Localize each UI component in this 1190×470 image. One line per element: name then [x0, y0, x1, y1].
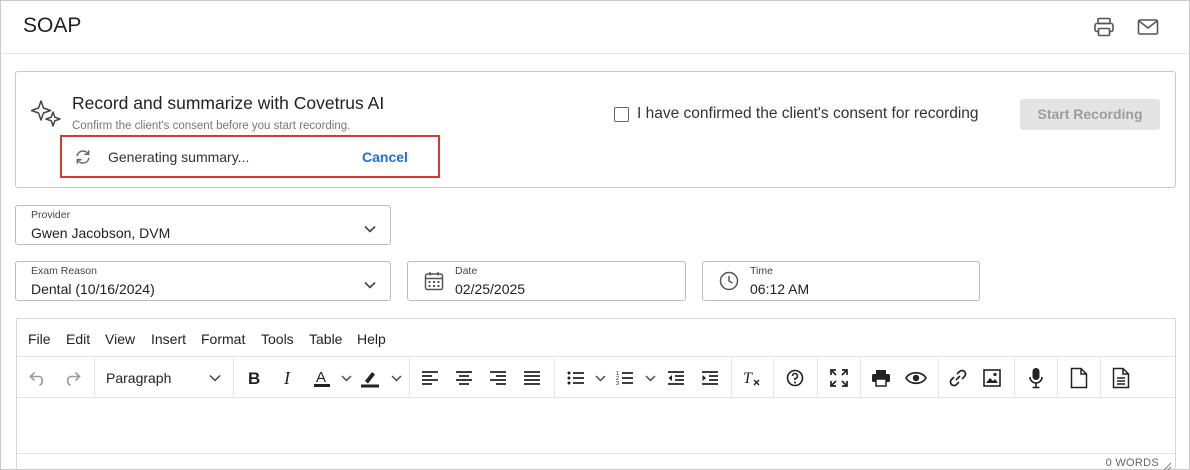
align-left-icon[interactable]	[419, 366, 441, 390]
print-icon[interactable]	[870, 366, 892, 390]
template-icon[interactable]	[1110, 366, 1132, 390]
refresh-icon	[74, 148, 92, 171]
editor-content-area[interactable]	[17, 399, 1175, 454]
svg-text:3: 3	[616, 381, 619, 386]
soap-panel: SOAP Record and summarize with Covetrus …	[0, 0, 1190, 470]
provider-value: Gwen Jacobson, DVM	[31, 225, 171, 241]
ai-card-subtitle: Confirm the client's consent before you …	[72, 120, 351, 132]
menu-tools[interactable]: Tools	[261, 331, 294, 347]
chevron-down-icon[interactable]	[593, 366, 607, 390]
toolbar-divider	[1057, 358, 1058, 398]
exam-reason-value: Dental (10/16/2024)	[31, 281, 155, 297]
time-field[interactable]: Time 06:12 AM	[702, 261, 980, 301]
menu-table[interactable]: Table	[309, 331, 342, 347]
toolbar-divider	[773, 358, 774, 398]
bullet-list-icon[interactable]	[565, 366, 587, 390]
outdent-icon[interactable]	[665, 366, 687, 390]
consent-checkbox[interactable]	[614, 106, 629, 122]
indent-icon[interactable]	[699, 366, 721, 390]
exam-reason-label: Exam Reason	[31, 265, 97, 277]
editor-statusbar: 0 WORDS	[17, 453, 1175, 470]
highlight-color-icon[interactable]	[359, 366, 381, 390]
toolbar-divider	[1100, 358, 1101, 398]
header: SOAP	[2, 2, 1188, 54]
toolbar-divider	[938, 358, 939, 398]
exam-reason-select[interactable]: Exam Reason Dental (10/16/2024)	[15, 261, 391, 301]
time-label: Time	[750, 265, 773, 277]
cancel-button[interactable]: Cancel	[362, 149, 408, 165]
block-format-select[interactable]: Paragraph	[106, 370, 171, 386]
numbered-list-icon[interactable]: 123	[614, 366, 636, 390]
image-icon[interactable]	[981, 366, 1003, 390]
editor-menubar: File Edit View Insert Format Tools Table…	[17, 319, 1175, 357]
date-value: 02/25/2025	[455, 281, 526, 297]
toolbar-divider	[1014, 358, 1015, 398]
svg-text:T: T	[743, 370, 753, 387]
word-count: 0 WORDS	[1105, 457, 1159, 469]
clear-formatting-icon[interactable]: T	[741, 366, 763, 390]
menu-view[interactable]: View	[105, 331, 135, 347]
toolbar-divider	[94, 358, 95, 398]
clock-icon[interactable]	[719, 271, 739, 296]
svg-text:B: B	[248, 369, 260, 387]
chevron-down-icon[interactable]	[339, 366, 353, 390]
align-center-icon[interactable]	[453, 366, 475, 390]
toolbar-divider	[409, 358, 410, 398]
sparkle-icon	[30, 99, 63, 134]
time-value: 06:12 AM	[750, 281, 810, 297]
provider-label: Provider	[31, 209, 71, 221]
menu-help[interactable]: Help	[357, 331, 386, 347]
printer-icon[interactable]	[1092, 16, 1116, 38]
align-right-icon[interactable]	[487, 366, 509, 390]
toolbar-divider	[860, 358, 861, 398]
provider-select[interactable]: Provider Gwen Jacobson, DVM	[15, 205, 391, 245]
toolbar-divider	[233, 358, 234, 398]
rich-text-editor: File Edit View Insert Format Tools Table…	[16, 318, 1176, 470]
generating-status-text: Generating summary...	[108, 149, 250, 165]
chevron-down-icon	[364, 276, 376, 294]
text-color-icon[interactable]: A	[311, 366, 333, 390]
ai-card-title: Record and summarize with Covetrus AI	[72, 93, 385, 113]
start-recording-button[interactable]: Start Recording	[1020, 99, 1160, 130]
editor-toolbar: Paragraph B I A 1 2 3 T	[17, 358, 1175, 398]
menu-file[interactable]: File	[28, 331, 51, 347]
menu-edit[interactable]: Edit	[66, 331, 90, 347]
svg-text:I: I	[283, 369, 291, 387]
new-document-icon[interactable]	[1068, 366, 1090, 390]
resize-handle-icon[interactable]	[1162, 459, 1172, 470]
menu-insert[interactable]: Insert	[151, 331, 186, 347]
align-justify-icon[interactable]	[521, 366, 543, 390]
bold-icon[interactable]: B	[243, 366, 265, 390]
chevron-down-icon	[364, 220, 376, 238]
chevron-down-icon[interactable]	[207, 366, 223, 390]
generating-status-box: Generating summary... Cancel	[60, 135, 440, 178]
svg-text:A: A	[316, 369, 326, 386]
toolbar-divider	[817, 358, 818, 398]
fullscreen-icon[interactable]	[828, 366, 850, 390]
undo-icon[interactable]	[27, 366, 49, 390]
toolbar-divider	[554, 358, 555, 398]
chevron-down-icon[interactable]	[389, 366, 403, 390]
calendar-icon[interactable]	[424, 271, 444, 296]
chevron-down-icon[interactable]	[643, 366, 657, 390]
date-label: Date	[455, 265, 478, 277]
menu-format[interactable]: Format	[201, 331, 245, 347]
help-icon[interactable]	[784, 366, 806, 390]
microphone-icon[interactable]	[1025, 366, 1047, 390]
preview-icon[interactable]	[904, 366, 928, 390]
mail-icon[interactable]	[1136, 16, 1160, 38]
ai-record-card: Record and summarize with Covetrus AI Co…	[15, 71, 1176, 188]
date-field[interactable]: Date 02/25/2025	[407, 261, 686, 301]
redo-icon[interactable]	[61, 366, 83, 390]
consent-label[interactable]: I have confirmed the client's consent fo…	[637, 105, 979, 123]
link-icon[interactable]	[947, 366, 969, 390]
toolbar-divider	[731, 358, 732, 398]
consent-checkbox-row[interactable]: I have confirmed the client's consent fo…	[614, 105, 979, 123]
page-title: SOAP	[23, 14, 82, 37]
italic-icon[interactable]: I	[277, 366, 299, 390]
